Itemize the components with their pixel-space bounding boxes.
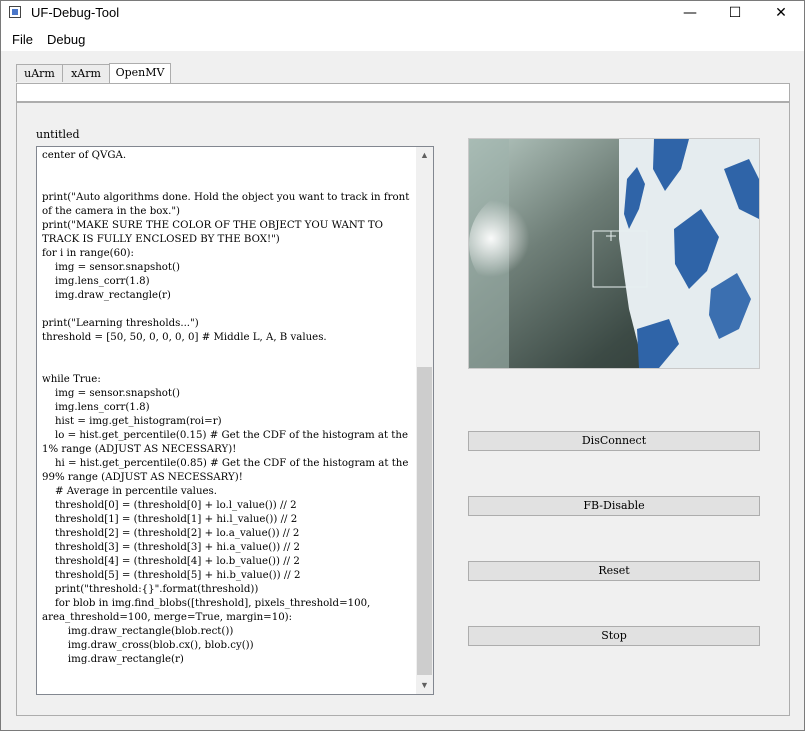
minimize-button[interactable]: — <box>667 1 713 26</box>
code-editor[interactable]: center of QVGA. print("Auto algorithms d… <box>36 146 434 695</box>
stop-button[interactable]: Stop <box>468 626 760 646</box>
reset-button[interactable]: Reset <box>468 561 760 581</box>
editor-scrollbar[interactable]: ▲ ▼ <box>416 147 433 694</box>
app-icon <box>9 6 21 18</box>
camera-frame-view <box>468 138 760 369</box>
tab-content-strip <box>16 83 790 102</box>
tab-xarm[interactable]: xArm <box>62 64 110 82</box>
camera-image <box>469 139 759 368</box>
close-button[interactable]: ✕ <box>758 1 804 26</box>
main-window: UF-Debug-Tool — ☐ ✕ File Debug uArm xArm… <box>0 0 805 731</box>
title-bar[interactable]: UF-Debug-Tool — ☐ ✕ <box>1 1 804 26</box>
menu-bar: File Debug <box>1 26 804 51</box>
scroll-thumb[interactable] <box>417 367 432 675</box>
code-text[interactable]: center of QVGA. print("Auto algorithms d… <box>42 149 412 667</box>
tab-uarm[interactable]: uArm <box>16 64 63 82</box>
maximize-button[interactable]: ☐ <box>712 1 758 26</box>
disconnect-button[interactable]: DisConnect <box>468 431 760 451</box>
scroll-up-icon[interactable]: ▲ <box>416 147 433 164</box>
menu-debug[interactable]: Debug <box>47 32 85 47</box>
fb-disable-button[interactable]: FB-Disable <box>468 496 760 516</box>
scroll-down-icon[interactable]: ▼ <box>416 677 433 694</box>
menu-file[interactable]: File <box>12 32 33 47</box>
window-title: UF-Debug-Tool <box>31 5 120 20</box>
editor-title: untitled <box>36 128 80 141</box>
tab-openmv[interactable]: OpenMV <box>109 63 171 83</box>
